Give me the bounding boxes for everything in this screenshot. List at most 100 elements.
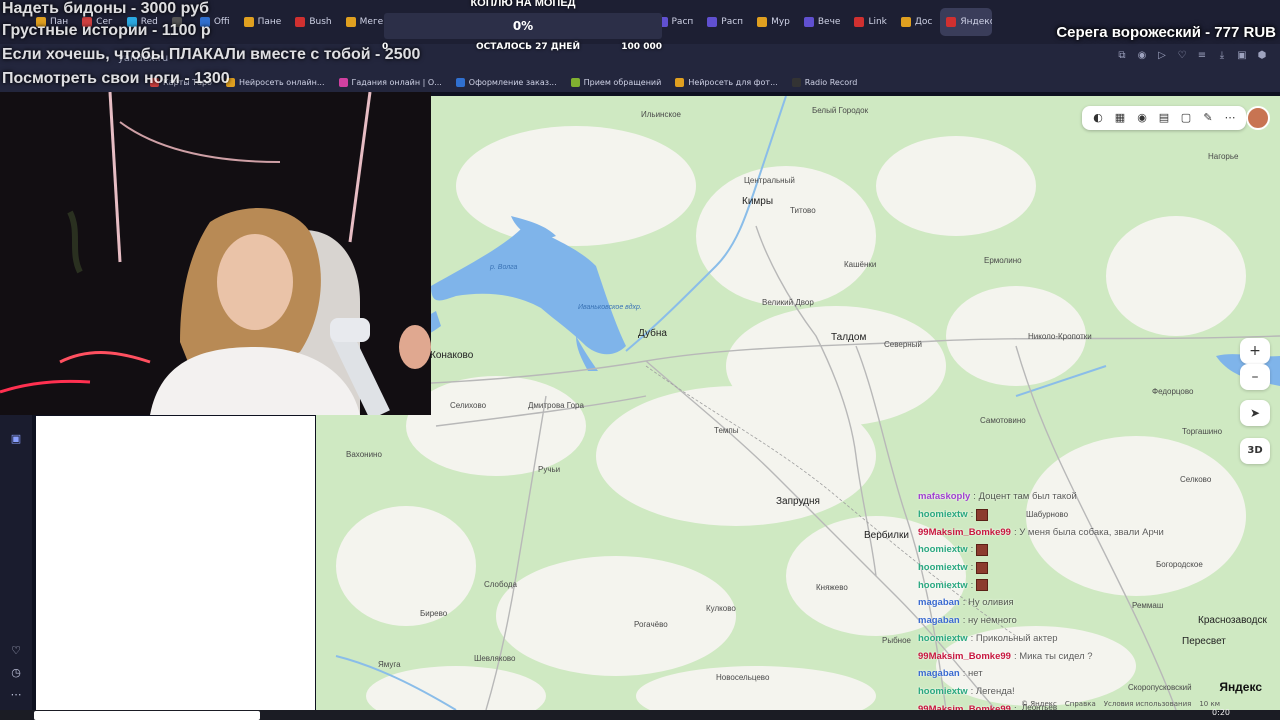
- map-place-label[interactable]: Ильинское: [641, 110, 681, 119]
- map-place-label[interactable]: Запрудня: [776, 496, 820, 507]
- map-place-label[interactable]: Бирево: [420, 609, 447, 618]
- map-place-label[interactable]: Конаково: [430, 350, 473, 361]
- sidebar-app-icon[interactable]: ▣: [9, 432, 23, 446]
- map-place-label[interactable]: Центральный: [744, 176, 795, 185]
- map-place-label[interactable]: Дубна: [638, 328, 667, 339]
- tab-favicon-icon: [295, 17, 306, 27]
- map-place-label[interactable]: Великий Двор: [762, 298, 814, 307]
- layers-icon[interactable]: ◐: [1090, 110, 1106, 126]
- map-place-label[interactable]: Кимры: [742, 196, 773, 207]
- map-place-label[interactable]: Рыбное: [882, 636, 911, 645]
- map-place-label[interactable]: Ермолино: [984, 256, 1022, 265]
- chat-message: magaban: ну немного: [918, 612, 1218, 630]
- goal-min: 0: [382, 42, 389, 52]
- chat-username: hoomiextw: [918, 509, 968, 521]
- chat-username: 99Maksim_Bomke99: [918, 650, 1011, 662]
- zoom-in-button[interactable]: +: [1240, 338, 1270, 364]
- bookmark-item[interactable]: Нейросеть для фот...: [675, 77, 778, 87]
- extension-icon[interactable]: ⬢: [1256, 50, 1268, 62]
- chat-username: magaban: [918, 615, 960, 627]
- bookmark-favicon-icon: [338, 77, 348, 87]
- ruler-icon[interactable]: ✎: [1200, 110, 1216, 126]
- chat-text: Доцент там был такой: [978, 491, 1077, 503]
- chat-message: hoomiextw:: [918, 541, 1218, 559]
- more-icon[interactable]: ⋯: [9, 688, 23, 702]
- bookmark-icon[interactable]: ▢: [1178, 110, 1194, 126]
- map-place-label[interactable]: Федорцово: [1152, 387, 1193, 396]
- download-icon[interactable]: ⤓: [1216, 50, 1228, 62]
- map-place-label[interactable]: Темпы: [714, 426, 738, 435]
- map-place-label[interactable]: Николо-Кропотки: [1028, 332, 1092, 341]
- goal-title: КОПЛЮ НА МОПЕД: [470, 0, 576, 9]
- transport-icon[interactable]: ▤: [1156, 110, 1172, 126]
- browser-tab[interactable]: Bush: [289, 8, 337, 36]
- chat-username: hoomiextw: [918, 579, 968, 591]
- map-place-label[interactable]: Княжево: [816, 583, 848, 592]
- browser-tab[interactable]: Меге: [340, 8, 390, 36]
- map-toolbar: ◐ ▦ ◉ ▤ ▢ ✎ ⋯: [1082, 106, 1246, 130]
- map-place-label[interactable]: Кулково: [706, 604, 736, 613]
- menu-icon[interactable]: ≡: [1196, 50, 1208, 62]
- map-place-label[interactable]: Дмитрова Гора: [528, 401, 584, 410]
- goal-percent: 0%: [512, 19, 534, 33]
- history-icon[interactable]: ◷: [9, 666, 23, 680]
- 3d-button[interactable]: 3D: [1240, 438, 1270, 464]
- map-place-label[interactable]: Нагорье: [1208, 152, 1238, 161]
- map-place-label[interactable]: Рогачёво: [634, 620, 668, 629]
- camera-icon[interactable]: ◉: [1136, 50, 1148, 62]
- map-place-label[interactable]: Вахонино: [346, 450, 382, 459]
- chat-message: 99Maksim_Bomke99: Мика ты сидел ?: [918, 647, 1218, 665]
- map-place-label[interactable]: Селихово: [450, 401, 486, 410]
- tab-favicon-icon: [707, 17, 718, 27]
- bookmark-label: Нейросеть для фот...: [688, 77, 778, 87]
- browser-tab[interactable]: Расп: [701, 8, 749, 36]
- taskbar-search[interactable]: [34, 711, 260, 720]
- zoom-out-button[interactable]: –: [1240, 364, 1270, 390]
- taskbar: 0:20: [0, 708, 1280, 720]
- camera-icon[interactable]: ◉: [1134, 110, 1150, 126]
- map-place-label[interactable]: Ручьи: [538, 465, 560, 474]
- bookmark-item[interactable]: Radio Record: [791, 77, 858, 87]
- map-place-label[interactable]: Иваньковское вдхр.: [578, 304, 642, 311]
- map-place-label[interactable]: Слобода: [484, 580, 517, 589]
- favorites-icon[interactable]: ♡: [9, 644, 23, 658]
- bookmark-item[interactable]: Нейросеть онлайн...: [225, 77, 325, 87]
- map-place-label[interactable]: Шевляково: [474, 654, 516, 663]
- donation-line: Грустные истории - 1100 р: [2, 22, 211, 39]
- map-place-label[interactable]: Вербилки: [864, 530, 909, 541]
- more-icon[interactable]: ⋯: [1222, 110, 1238, 126]
- browser-tab[interactable]: Пане: [238, 8, 288, 36]
- lock-icon[interactable]: ▣: [1236, 50, 1248, 62]
- heart-icon[interactable]: ♡: [1176, 50, 1188, 62]
- bookmark-label: Radio Record: [804, 77, 858, 87]
- map-place-label[interactable]: Титово: [790, 206, 816, 215]
- map-place-label[interactable]: Новосельцево: [716, 673, 769, 682]
- map-place-label[interactable]: Белый Городок: [812, 106, 868, 115]
- browser-tab[interactable]: Мур: [751, 8, 796, 36]
- map-place-label[interactable]: Талдом: [831, 332, 866, 343]
- browser-tab[interactable]: Вече: [798, 8, 847, 36]
- bookmark-item[interactable]: Гадания онлайн | О...: [338, 77, 442, 87]
- browser-tab[interactable]: Дос: [895, 8, 939, 36]
- map-place-label[interactable]: Самотовино: [980, 416, 1026, 425]
- yandex-logo: Яндекс: [1219, 680, 1262, 694]
- map-place-label[interactable]: Ямуга: [378, 660, 401, 669]
- chat-emote-icon: [975, 579, 988, 592]
- map-place-label[interactable]: Кашёнки: [844, 260, 876, 269]
- browser-tab[interactable]: Link: [848, 8, 892, 36]
- bookmark-item[interactable]: Оформление заказ...: [455, 77, 557, 87]
- map-place-label[interactable]: Торгашино: [1182, 427, 1222, 436]
- map-place-label[interactable]: Селково: [1180, 475, 1211, 484]
- chat-text: Легенда!: [975, 685, 1015, 697]
- tab-label: Меге: [359, 17, 384, 27]
- bookmark-item[interactable]: Прием обращений: [570, 77, 661, 87]
- share-icon[interactable]: ⧉: [1116, 50, 1128, 62]
- play-icon[interactable]: ▷: [1156, 50, 1168, 62]
- locate-button[interactable]: ➤: [1240, 400, 1270, 426]
- map-place-label[interactable]: Северный: [884, 340, 922, 349]
- panorama-icon[interactable]: ▦: [1112, 110, 1128, 126]
- user-avatar[interactable]: [1246, 106, 1270, 130]
- browser-tab[interactable]: Яндекс К: [940, 8, 993, 36]
- chat-username: hoomiextw: [918, 544, 968, 556]
- map-place-label[interactable]: р. Волга: [490, 264, 517, 271]
